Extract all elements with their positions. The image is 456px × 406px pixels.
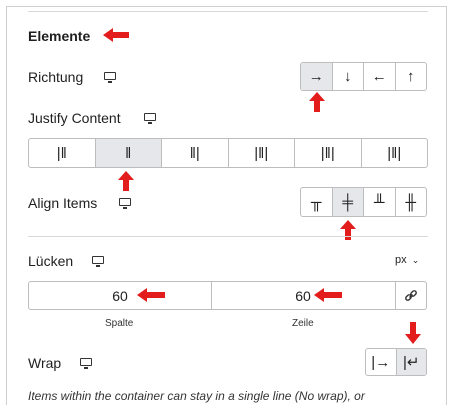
column-gap-caption: Spalte xyxy=(105,318,134,329)
monitor-icon[interactable] xyxy=(80,358,92,369)
row-gap-input[interactable]: 60 xyxy=(211,281,396,310)
align-stretch-icon: ╫ xyxy=(405,193,417,211)
arrow-left-button[interactable]: ← xyxy=(364,63,396,90)
annotation-arrow-up-icon xyxy=(340,220,356,240)
wrap-button[interactable]: |↵ xyxy=(396,349,426,375)
align-start-button[interactable]: ╥ xyxy=(301,188,333,216)
column-gap-value: 60 xyxy=(112,287,128,304)
align-center-icon: ╪ xyxy=(342,193,354,211)
monitor-icon[interactable] xyxy=(144,113,156,124)
arrow-up-icon: ↑ xyxy=(407,68,415,85)
unit-value: px xyxy=(395,254,407,266)
annotation-arrow-up-icon xyxy=(118,171,134,191)
justify-start-icon: |‖ xyxy=(56,144,67,162)
wrap-label: Wrap xyxy=(28,355,62,371)
wrap-control: |→ |↵ xyxy=(365,348,427,376)
arrow-right-icon: → xyxy=(308,68,324,85)
align-center-button[interactable]: ╪ xyxy=(332,188,364,216)
justify-space-evenly-icon: |‖| xyxy=(387,144,402,162)
justify-space-around-icon: |‖| xyxy=(320,144,335,162)
justify-space-around-button[interactable]: |‖| xyxy=(295,139,362,167)
annotation-arrow-left-icon xyxy=(103,28,129,42)
align-stretch-button[interactable]: ╫ xyxy=(396,188,427,216)
row-gap-caption: Zeile xyxy=(292,318,314,329)
monitor-icon[interactable] xyxy=(104,72,116,83)
align-end-button[interactable]: ╨ xyxy=(364,188,396,216)
justify-end-button[interactable]: ‖| xyxy=(162,139,229,167)
annotation-arrow-down-icon xyxy=(405,322,421,344)
justify-center-button[interactable]: ‖ xyxy=(95,139,162,167)
arrow-down-button[interactable]: ↓ xyxy=(333,63,364,90)
justify-end-icon: ‖| xyxy=(189,144,200,162)
annotation-arrow-up-icon xyxy=(309,92,325,112)
align-start-icon: ╥ xyxy=(310,193,322,211)
justify-space-between-icon: |‖| xyxy=(254,144,269,162)
unit-selector[interactable]: px ⌄ xyxy=(395,254,419,266)
justify-label: Justify Content xyxy=(28,110,121,126)
top-divider xyxy=(28,11,428,12)
direction-label: Richtung xyxy=(28,69,84,85)
row-gap-value: 60 xyxy=(295,287,311,304)
direction-control: → ↓ ← ↑ xyxy=(300,62,427,91)
link-icon[interactable] xyxy=(395,281,427,310)
align-control: ╥ ╪ ╨ ╫ xyxy=(300,187,427,217)
justify-start-button[interactable]: |‖ xyxy=(29,139,96,167)
wrap-description: Items within the container can stay in a… xyxy=(28,389,365,403)
justify-space-between-button[interactable]: |‖| xyxy=(229,139,295,167)
section-title: Elemente xyxy=(28,28,91,44)
justify-control: |‖ ‖ ‖| |‖| |‖| |‖| xyxy=(28,138,428,168)
no-wrap-icon: |→ xyxy=(371,353,391,371)
monitor-icon[interactable] xyxy=(92,256,104,267)
no-wrap-button[interactable]: |→ xyxy=(366,349,397,375)
arrow-right-button[interactable]: → xyxy=(301,63,333,90)
align-label: Align Items xyxy=(28,195,98,211)
align-end-icon: ╨ xyxy=(373,193,385,211)
section-divider xyxy=(28,236,428,237)
arrow-down-icon: ↓ xyxy=(344,68,352,85)
column-gap-input[interactable]: 60 xyxy=(28,281,212,310)
annotation-arrow-left-icon xyxy=(137,288,165,302)
arrow-up-button[interactable]: ↑ xyxy=(396,63,427,90)
gaps-label: Lücken xyxy=(28,253,74,269)
annotation-arrow-left-icon xyxy=(314,288,342,302)
monitor-icon[interactable] xyxy=(119,198,131,209)
arrow-left-icon: ← xyxy=(371,68,387,85)
justify-center-icon: ‖ xyxy=(125,144,132,162)
chevron-down-icon: ⌄ xyxy=(411,255,420,265)
wrap-icon: |↵ xyxy=(403,354,420,371)
justify-space-evenly-button[interactable]: |‖| xyxy=(362,139,428,167)
